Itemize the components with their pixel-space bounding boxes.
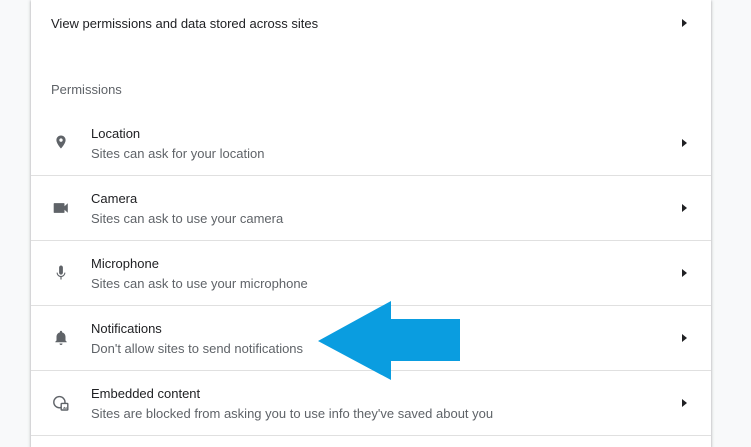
microphone-icon	[51, 263, 71, 283]
annotation-arrow-icon	[318, 301, 460, 380]
camera-subtitle: Sites can ask to use your camera	[91, 211, 284, 226]
camera-title: Camera	[91, 191, 138, 206]
settings-page: View permissions and data stored across …	[0, 0, 751, 447]
notifications-title: Notifications	[91, 321, 162, 336]
bell-icon	[51, 328, 71, 348]
embedded-content-subtitle: Sites are blocked from asking you to use…	[91, 406, 494, 421]
permission-row-camera[interactable]: Camera Sites can ask to use your camera	[31, 175, 711, 240]
view-permissions-label: View permissions and data stored across …	[51, 16, 319, 31]
camera-icon	[51, 198, 71, 218]
permission-row-microphone[interactable]: Microphone Sites can ask to use your mic…	[31, 240, 711, 305]
chevron-right-icon	[682, 399, 687, 407]
permission-row-location[interactable]: Location Sites can ask for your location	[31, 111, 711, 175]
embedded-content-title: Embedded content	[91, 386, 201, 401]
chevron-right-icon	[682, 204, 687, 212]
chevron-right-icon	[682, 19, 687, 27]
notifications-subtitle: Don't allow sites to send notifications	[91, 341, 304, 356]
chevron-right-icon	[682, 269, 687, 277]
embedded-content-icon	[51, 393, 71, 413]
row-divider	[31, 435, 711, 436]
chevron-right-icon	[682, 334, 687, 342]
permissions-section-title: Permissions	[51, 82, 122, 97]
location-pin-icon	[51, 133, 71, 153]
view-permissions-row[interactable]: View permissions and data stored across …	[31, 0, 711, 48]
chevron-right-icon	[682, 139, 687, 147]
location-subtitle: Sites can ask for your location	[91, 146, 265, 161]
microphone-subtitle: Sites can ask to use your microphone	[91, 276, 308, 291]
microphone-title: Microphone	[91, 256, 159, 271]
location-title: Location	[91, 126, 141, 141]
